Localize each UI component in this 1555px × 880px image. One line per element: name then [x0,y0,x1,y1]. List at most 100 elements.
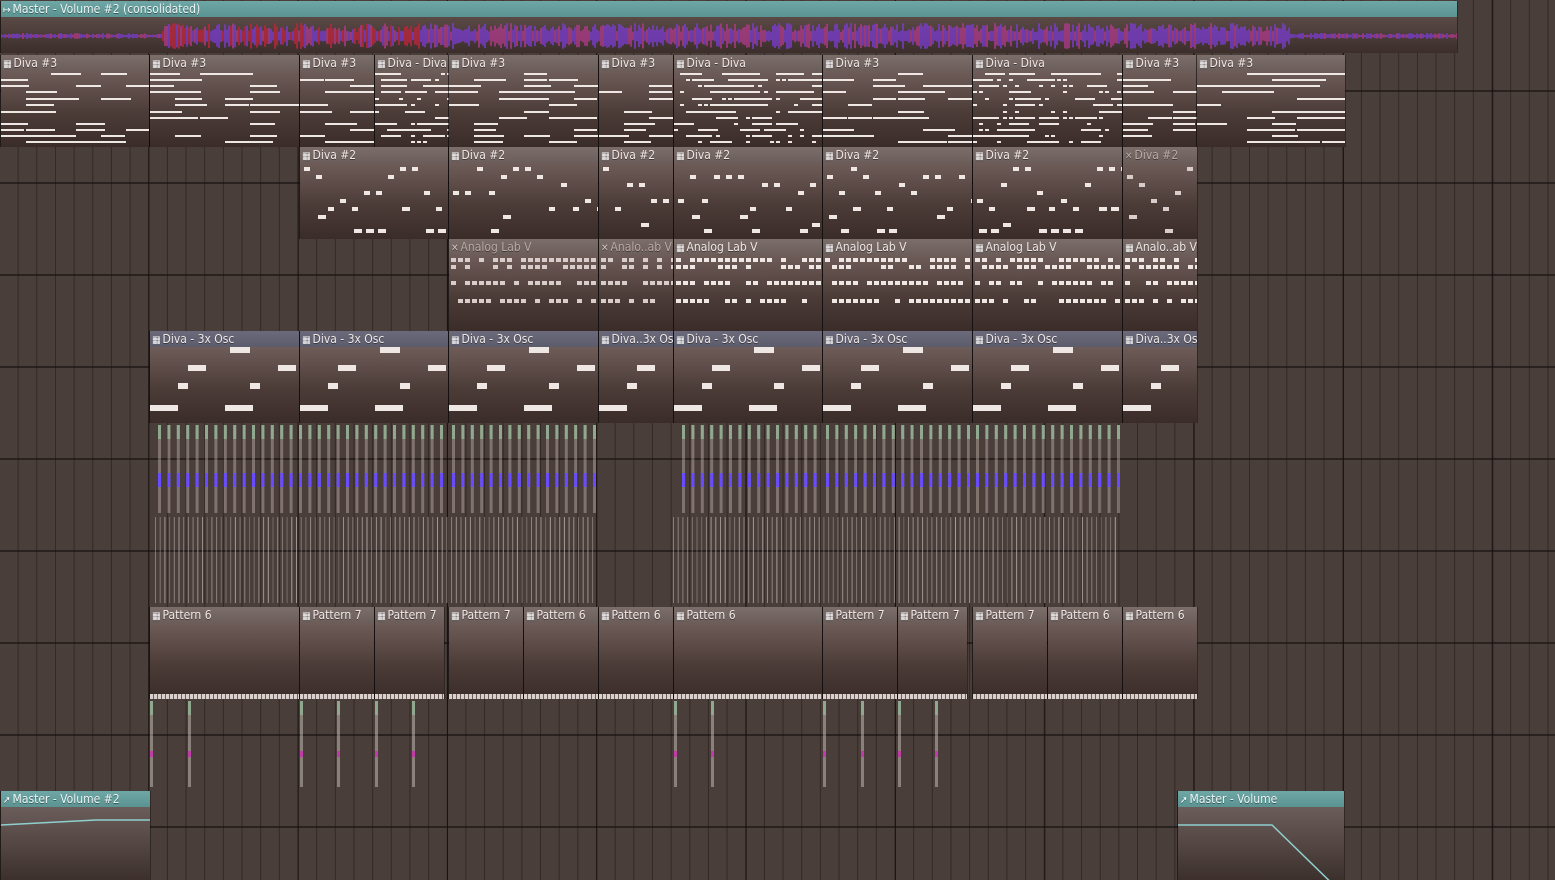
note [1039,104,1043,106]
pattern-clip[interactable]: ▦ Pattern 6 [1122,607,1198,699]
pattern-clip[interactable]: ▦ Diva - 3x Osc [673,331,823,423]
pattern-clip-muted[interactable]: ✕ Analo..ab V [598,239,674,331]
drum-lane-hats[interactable] [0,423,1555,515]
pattern-clip[interactable]: ▦ Analo..ab V [1122,239,1198,331]
note [740,91,760,93]
clip-label: Pattern 6 [1135,608,1185,622]
note [774,299,779,303]
note [1108,281,1113,285]
drum-lane-shakers[interactable] [0,515,1555,607]
pattern-clip[interactable]: ▦ Pattern 7 [897,607,968,699]
pattern-clip[interactable]: ▦ Diva - 3x Osc [448,331,599,423]
audio-clip-header[interactable]: ↦ Master - Volume #2 (consolidated) [1,1,1457,17]
pattern-clip[interactable]: ▦ Diva..3x Osc [1122,331,1198,423]
drum-lane-kicks[interactable] [0,699,1555,791]
automation-clip[interactable]: ➚ Master - Volume [1177,791,1345,880]
pattern-clip[interactable]: ▦ Diva #2 [673,147,823,239]
note [1181,281,1186,285]
pattern-clip[interactable]: ▦ Pattern 7 [448,607,524,699]
pattern-clip[interactable]: ▦ Diva - 3x Osc [972,331,1123,423]
pattern-clip-muted[interactable]: ✕ Analog Lab V [448,239,599,331]
note [574,129,598,131]
note [686,79,690,81]
note [982,265,987,269]
note [624,123,656,125]
clip-notes [1123,255,1197,331]
pattern-clip[interactable]: ▦ Pattern 7 [299,607,375,699]
pattern-clip[interactable]: ▦ Analog Lab V [972,239,1123,331]
note [1187,167,1193,171]
pattern-clip[interactable]: ▦ Diva #3 [598,55,674,147]
clip-notes [1048,623,1122,699]
note [839,258,844,262]
pattern-clip[interactable]: ▦ Pattern 7 [822,607,898,699]
pattern-clip[interactable]: ▦ Diva - 3x Osc [149,331,300,423]
muted-icon: ✕ [1125,151,1133,162]
pattern-clip-muted[interactable]: ✕ Diva #2 [1122,147,1198,239]
pattern-clip[interactable]: ▦ Diva #2 [972,147,1123,239]
pattern-clip[interactable]: ▦ Diva #3 [448,55,599,147]
pattern-clip[interactable]: ▦ Pattern 6 [149,607,300,699]
note [637,365,655,371]
note [692,98,712,100]
note [1003,223,1011,227]
note [752,123,772,125]
playlist-area[interactable]: ↦ Master - Volume #2 (consolidated) ▦ Diva… [0,0,1555,880]
note [846,299,851,303]
pattern-clip[interactable]: ▦ Pattern 6 [1047,607,1123,699]
note [514,281,519,285]
pattern-clip[interactable]: ▦ Analog Lab V [822,239,973,331]
pattern-clip[interactable]: ▦ Diva..3x Osc [598,331,674,423]
pattern-icon: ▦ [900,611,909,622]
note [839,281,844,285]
pattern-clip[interactable]: ▦ Diva #3 [822,55,973,147]
note [549,141,577,143]
note [930,258,935,262]
pattern-clip[interactable]: ▦ Diva #3 [1196,55,1346,147]
note [1087,123,1091,125]
note [781,265,786,269]
note [877,229,885,233]
pattern-clip[interactable]: ▦ Diva - Diva [673,55,823,147]
pattern-clip[interactable]: ▦ Diva - 3x Osc [822,331,973,423]
pattern-clip[interactable]: ▦ Diva #2 [822,147,973,239]
note [975,281,980,285]
note [574,85,598,87]
note [710,79,714,81]
pattern-clip[interactable]: ▦ Diva #3 [0,55,150,147]
note [1160,258,1165,262]
waveform-graphic [1,23,1457,49]
note [1038,258,1043,262]
note [997,135,1001,137]
note [1160,265,1165,269]
clip-notes [524,623,598,699]
pattern-clip[interactable]: ▦ Pattern 7 [972,607,1048,699]
pattern-clip[interactable]: ▦ Diva - Diva [972,55,1123,147]
automation-clip[interactable]: ➚ Master - Volume #2 [0,791,151,880]
pattern-clip[interactable]: ▦ Analog Lab V [673,239,823,331]
note [1021,91,1025,93]
note [556,299,561,303]
pattern-clip[interactable]: ▦ Diva #2 [448,147,599,239]
clip-notes [599,255,673,331]
pattern-clip[interactable]: ▦ Pattern 6 [523,607,599,699]
note [1099,91,1103,93]
pattern-clip[interactable]: ▦ Diva - 3x Osc [299,331,449,423]
note [746,117,750,119]
note [752,117,772,119]
note [352,207,358,211]
pattern-clip[interactable]: ▦ Pattern 7 [374,607,445,699]
pattern-clip[interactable]: ▦ Diva #3 [299,55,375,147]
pattern-clip[interactable]: ▦ Diva #2 [299,147,449,239]
note [690,299,695,303]
pattern-clip[interactable]: ▦ Pattern 6 [598,607,674,699]
pattern-clip[interactable]: ▦ Pattern 6 [673,607,823,699]
note [1045,98,1049,100]
audio-clip[interactable]: ↦ Master - Volume #2 (consolidated) [0,1,1458,53]
note [812,223,820,227]
pattern-clip[interactable]: ▦ Diva - Diva [374,55,450,147]
note [1322,117,1345,119]
pattern-clip[interactable]: ▦ Diva #3 [1122,55,1198,147]
pattern-clip[interactable]: ▦ Diva #3 [149,55,300,147]
pattern-clip[interactable]: ▦ Diva #2 [598,147,674,239]
